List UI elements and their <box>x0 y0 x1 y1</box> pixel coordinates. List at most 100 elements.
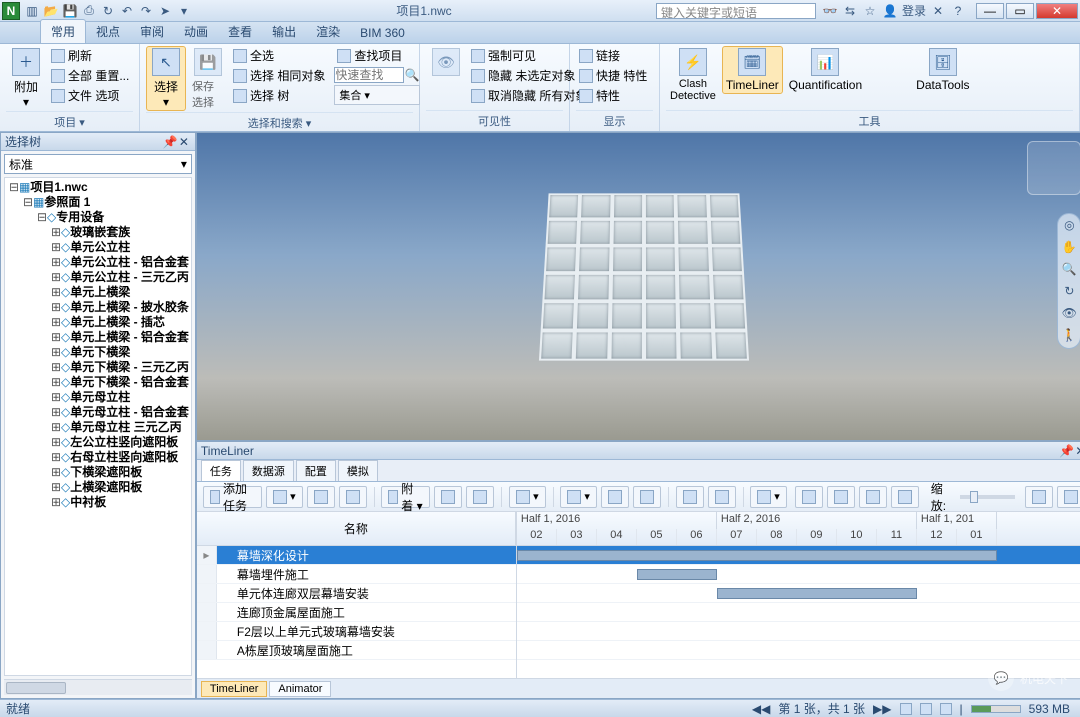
tool-icon-6[interactable] <box>892 84 908 100</box>
ribbon-tab-4[interactable]: 查看 <box>218 20 262 43</box>
tree-item[interactable]: ⊞◇单元公立柱 - 三元乙丙 <box>51 270 189 285</box>
tree-item[interactable]: ⊞◇单元母立柱 <box>51 390 189 405</box>
tb-2[interactable] <box>307 486 335 508</box>
tree-item[interactable]: ⊞◇单元母立柱 - 铝合金套 <box>51 405 189 420</box>
ribbon-tab-1[interactable]: 视点 <box>86 20 130 43</box>
task-row[interactable]: 连廊顶金属屋面施工 <box>197 603 516 622</box>
hide-button[interactable]: 👁 <box>426 46 466 80</box>
gantt-bar[interactable] <box>517 550 997 561</box>
tree-item[interactable]: ⊞◇玻璃嵌套族 <box>51 225 189 240</box>
ribbon-tab-6[interactable]: 渲染 <box>306 20 350 43</box>
qat-print-icon[interactable]: ⎙ <box>81 3 97 19</box>
panel-close-icon[interactable]: ✕ <box>177 135 191 149</box>
tl-pin-icon[interactable]: 📌 <box>1059 444 1073 458</box>
g4items-0[interactable]: 链接 <box>576 46 650 65</box>
pan-icon[interactable]: ✋ <box>1061 240 1077 256</box>
qat-open-icon[interactable]: 📂 <box>43 3 59 19</box>
tree-item[interactable]: ⊞◇单元母立柱 三元乙丙 <box>51 420 189 435</box>
search-icon[interactable]: 🔍 <box>404 68 420 82</box>
sets-button[interactable]: 集合 ▾ <box>334 85 420 105</box>
attach-button[interactable]: 附着 ▾ <box>381 486 430 508</box>
view-4[interactable] <box>891 486 919 508</box>
tb-1[interactable]: ▾ <box>266 486 303 508</box>
g2items-1[interactable]: 选择 相同对象 <box>230 66 328 85</box>
select-button[interactable]: ↖选择▾ <box>146 46 186 111</box>
tree-scrollbar[interactable] <box>4 679 192 695</box>
tree-item[interactable]: ⊞◇单元公立柱 <box>51 240 189 255</box>
datatools-button[interactable]: 🗄DataTools <box>912 46 973 94</box>
gantt-row[interactable] <box>517 565 1080 584</box>
ribbon-tab-7[interactable]: BIM 360 <box>350 23 415 43</box>
append-button[interactable]: ＋附加▾ <box>6 46 46 111</box>
ribbon-tab-5[interactable]: 输出 <box>262 20 306 43</box>
tree-item[interactable]: ⊞◇单元公立柱 - 铝合金套 <box>51 255 189 270</box>
tb-4[interactable] <box>434 486 462 508</box>
minimize-button[interactable]: — <box>976 3 1004 19</box>
nav-next-icon[interactable]: ▶▶ <box>873 702 891 716</box>
g1items-2[interactable]: 文件 选项 <box>48 86 132 105</box>
g2items2-0[interactable]: 查找项目 <box>334 46 420 65</box>
login-link[interactable]: 登录 <box>902 3 926 19</box>
close-button[interactable]: ✕ <box>1036 3 1078 19</box>
view-2[interactable] <box>827 486 855 508</box>
tool-icon-5[interactable] <box>892 66 908 82</box>
tb-e2[interactable] <box>1057 486 1080 508</box>
tb-7[interactable]: ▾ <box>560 486 597 508</box>
g2items-2[interactable]: 选择 树 <box>230 86 328 105</box>
save-selection-button[interactable]: 💾保存选择 <box>188 46 228 112</box>
gantt-bar[interactable] <box>717 588 917 599</box>
gantt-row[interactable] <box>517 584 1080 603</box>
tree-root[interactable]: 项目1.nwc <box>30 180 87 194</box>
st-icon-3[interactable] <box>940 703 952 715</box>
bottom-tab-0[interactable]: TimeLiner <box>201 681 268 697</box>
gantt-row[interactable] <box>517 641 1080 660</box>
tb-6[interactable]: ▾ <box>509 486 546 508</box>
task-row[interactable]: 单元体连廊双层幕墙安装 <box>197 584 516 603</box>
tb-3[interactable] <box>339 486 367 508</box>
tb-8[interactable] <box>601 486 629 508</box>
user-icon[interactable]: 👤 <box>882 3 898 19</box>
tree-mode-combo[interactable]: 标准▾ <box>4 154 192 174</box>
tool-icon-2[interactable] <box>870 66 886 82</box>
look-icon[interactable]: 👁 <box>1061 306 1077 322</box>
gantt-bar[interactable] <box>637 569 717 580</box>
tb-12[interactable]: ▾ <box>750 486 787 508</box>
tree-item[interactable]: ⊞◇左公立柱竖向遮阳板 <box>51 435 189 450</box>
tree-item[interactable]: ⊞◇单元下横梁 - 三元乙丙 <box>51 360 189 375</box>
tool-icon-4[interactable] <box>892 48 908 64</box>
tree-item[interactable]: ⊞◇单元下横梁 <box>51 345 189 360</box>
tree-item[interactable]: ⊞◇单元上横梁 - 插芯 <box>51 315 189 330</box>
binoculars-icon[interactable]: 👓 <box>822 3 838 19</box>
st-icon-2[interactable] <box>920 703 932 715</box>
tree-item[interactable]: ⊞◇右母立柱竖向遮阳板 <box>51 450 189 465</box>
zoom-slider[interactable] <box>960 495 1016 499</box>
g2items-0[interactable]: 全选 <box>230 46 328 65</box>
tb-11[interactable] <box>708 486 736 508</box>
viewcube[interactable] <box>1027 141 1080 195</box>
g1items-0[interactable]: 刷新 <box>48 46 132 65</box>
task-row[interactable]: A栋屋顶玻璃屋面施工 <box>197 641 516 660</box>
tb-5[interactable] <box>466 486 494 508</box>
qat-redo-icon[interactable]: ↷ <box>138 3 154 19</box>
pin-icon[interactable]: 📌 <box>163 135 177 149</box>
qat-undo-icon[interactable]: ↶ <box>119 3 135 19</box>
qat-refresh-icon[interactable]: ↻ <box>100 3 116 19</box>
tree-item[interactable]: ⊞◇下横梁遮阳板 <box>51 465 189 480</box>
zoom-icon[interactable]: 🔍 <box>1061 262 1077 278</box>
bottom-tab-1[interactable]: Animator <box>269 681 331 697</box>
help-icon[interactable]: ? <box>950 3 966 19</box>
g1items-1[interactable]: 全部 重置... <box>48 66 132 85</box>
tool-icon-1[interactable] <box>870 48 886 64</box>
tree-item[interactable]: ⊞◇中衬板 <box>51 495 189 510</box>
g4items-1[interactable]: 快捷 特性 <box>576 66 650 85</box>
clash-button[interactable]: ⚡Clash Detective <box>666 46 720 104</box>
nav-bar[interactable]: ◎ ✋ 🔍 ↻ 👁 🚶 <box>1057 213 1080 349</box>
ribbon-tab-3[interactable]: 动画 <box>174 20 218 43</box>
quick-find-input[interactable] <box>334 67 404 83</box>
nav-prev-icon[interactable]: ◀◀ <box>752 702 770 716</box>
viewport-3d[interactable]: ◎ ✋ 🔍 ↻ 👁 🚶 <box>196 132 1080 441</box>
qat-pointer-icon[interactable]: ➤ <box>157 3 173 19</box>
tree-level1[interactable]: 参照面 1 <box>44 195 90 209</box>
walk-icon[interactable]: 🚶 <box>1061 328 1077 344</box>
tl-close-icon[interactable]: ✕ <box>1073 444 1080 458</box>
